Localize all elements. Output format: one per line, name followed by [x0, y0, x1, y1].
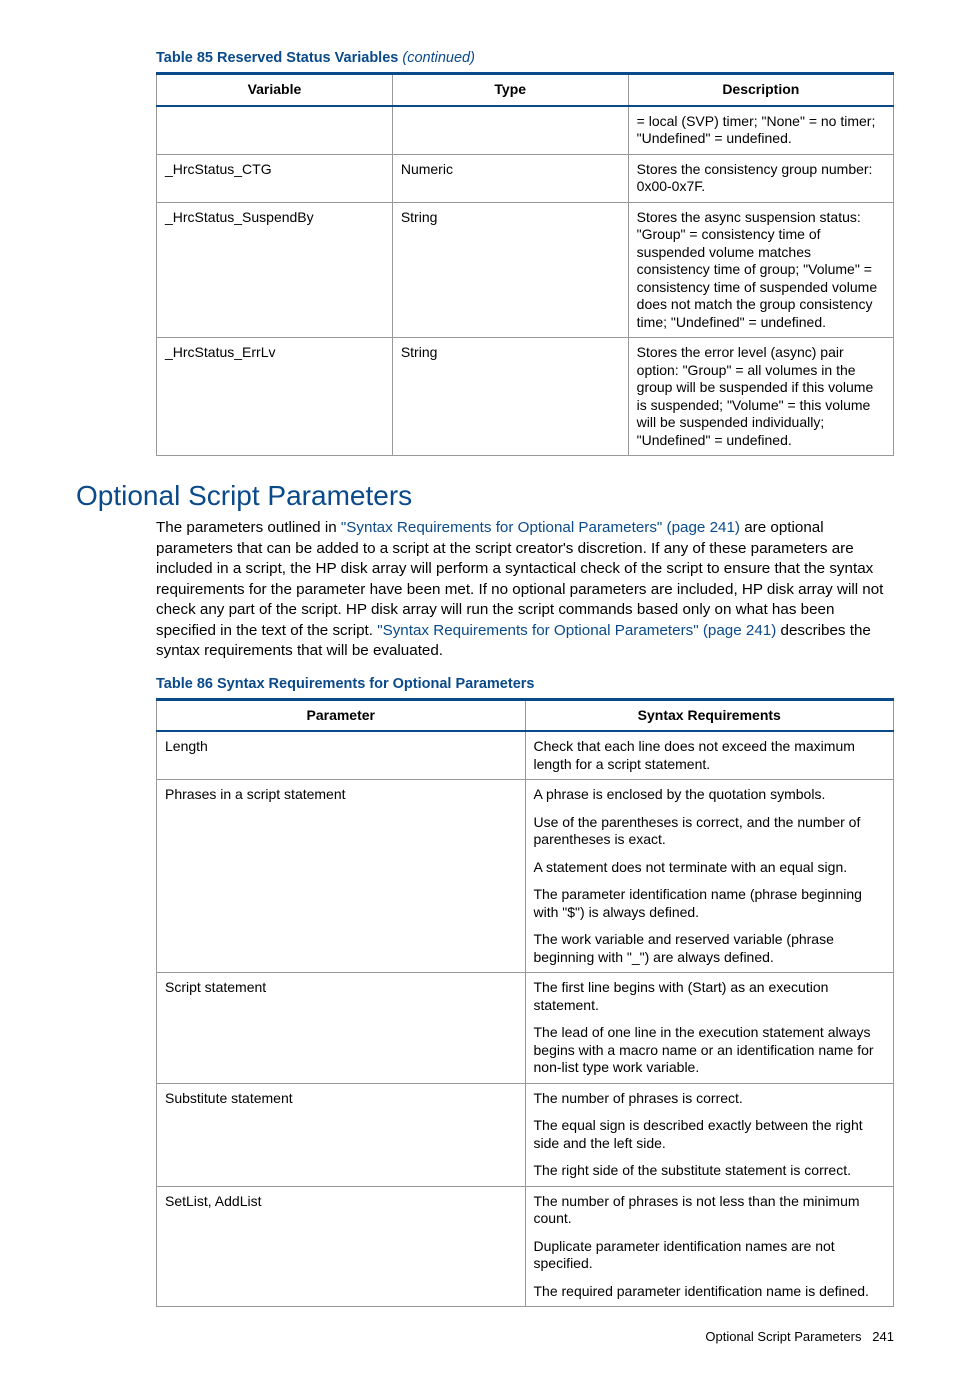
para-text: The parameters outlined in — [156, 519, 341, 536]
cell-description: Stores the error level (async) pair opti… — [628, 338, 893, 456]
cell-parameter: SetList, AddList — [157, 1186, 526, 1307]
col-header-description: Description — [628, 74, 893, 106]
table-row: Length Check that each line does not exc… — [157, 731, 894, 780]
col-header-parameter: Parameter — [157, 699, 526, 731]
section-paragraph: The parameters outlined in "Syntax Requi… — [156, 518, 894, 662]
table-row: Substitute statement The number of phras… — [157, 1083, 894, 1186]
cell-type: String — [392, 338, 628, 456]
table-header-row: Variable Type Description — [157, 74, 894, 106]
table-row: _HrcStatus_SuspendBy String Stores the a… — [157, 202, 894, 338]
cell-variable: _HrcStatus_CTG — [157, 154, 393, 202]
cell-variable: _HrcStatus_ErrLv — [157, 338, 393, 456]
cell-syntax-req: Check that each line does not exceed the… — [525, 731, 894, 780]
table86-caption: Table 86 Syntax Requirements for Optiona… — [156, 676, 894, 692]
table-85: Variable Type Description = local (SVP) … — [156, 72, 894, 456]
table-row: = local (SVP) timer; "None" = no timer; … — [157, 106, 894, 155]
link-syntax-requirements-1[interactable]: "Syntax Requirements for Optional Parame… — [341, 519, 740, 536]
table-row: SetList, AddList The number of phrases i… — [157, 1186, 894, 1307]
col-header-type: Type — [392, 74, 628, 106]
cell-variable — [157, 106, 393, 155]
table-row: _HrcStatus_CTG Numeric Stores the consis… — [157, 154, 894, 202]
cell-type: String — [392, 202, 628, 338]
table85-caption-continued: (continued) — [402, 50, 475, 66]
cell-syntax-req: The first line begins with (Start) as an… — [525, 973, 894, 1084]
cell-parameter: Phrases in a script statement — [157, 780, 526, 973]
table-86: Parameter Syntax Requirements Length Che… — [156, 698, 894, 1308]
cell-variable: _HrcStatus_SuspendBy — [157, 202, 393, 338]
link-syntax-requirements-2[interactable]: "Syntax Requirements for Optional Parame… — [377, 622, 776, 639]
page-footer: Optional Script Parameters 241 — [76, 1329, 894, 1344]
section-heading: Optional Script Parameters — [76, 480, 894, 512]
cell-parameter: Length — [157, 731, 526, 780]
cell-type — [392, 106, 628, 155]
cell-parameter: Script statement — [157, 973, 526, 1084]
cell-syntax-req: The number of phrases is correct. The eq… — [525, 1083, 894, 1186]
cell-description: Stores the async suspension status: "Gro… — [628, 202, 893, 338]
table-row: Phrases in a script statement A phrase i… — [157, 780, 894, 973]
table-header-row: Parameter Syntax Requirements — [157, 699, 894, 731]
table-row: _HrcStatus_ErrLv String Stores the error… — [157, 338, 894, 456]
col-header-variable: Variable — [157, 74, 393, 106]
cell-parameter: Substitute statement — [157, 1083, 526, 1186]
table85-caption-text: Table 85 Reserved Status Variables — [156, 50, 402, 66]
footer-section-label: Optional Script Parameters — [705, 1329, 861, 1344]
cell-description: = local (SVP) timer; "None" = no timer; … — [628, 106, 893, 155]
table85-caption: Table 85 Reserved Status Variables (cont… — [156, 50, 894, 66]
footer-page-number: 241 — [872, 1329, 894, 1344]
cell-syntax-req: The number of phrases is not less than t… — [525, 1186, 894, 1307]
col-header-syntax-req: Syntax Requirements — [525, 699, 894, 731]
cell-type: Numeric — [392, 154, 628, 202]
cell-description: Stores the consistency group number: 0x0… — [628, 154, 893, 202]
table-row: Script statement The first line begins w… — [157, 973, 894, 1084]
cell-syntax-req: A phrase is enclosed by the quotation sy… — [525, 780, 894, 973]
